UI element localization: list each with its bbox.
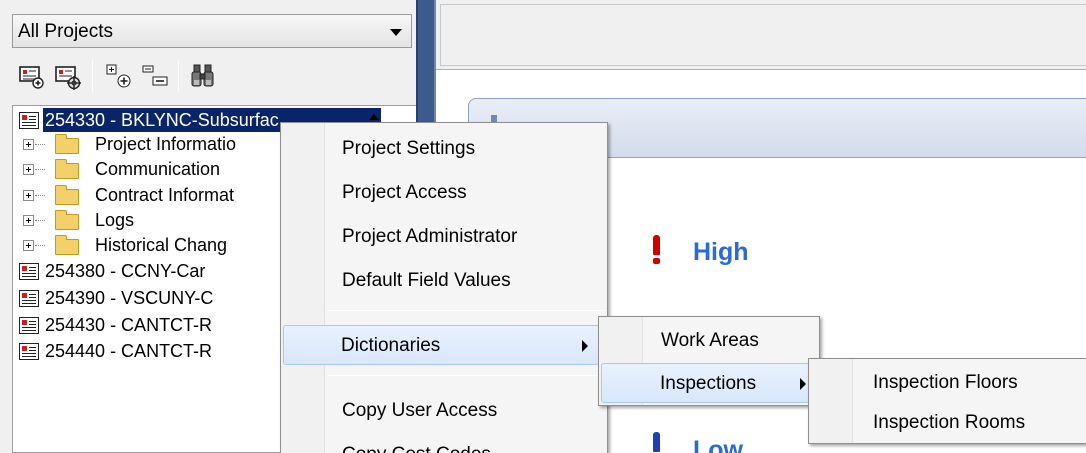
project-filter-dropdown[interactable]: All Projects (12, 14, 412, 48)
high-priority-label: High (693, 238, 749, 266)
toolbar-separator (178, 60, 179, 92)
dictionaries-submenu: Work Areas Inspections (598, 316, 820, 406)
dropdown-arrow-icon[interactable] (390, 29, 402, 36)
collapse-all-icon[interactable] (140, 61, 170, 91)
low-priority-label: Low (693, 436, 743, 453)
menu-separator (327, 375, 605, 376)
project-context-menu: Project Settings Project Access Project … (280, 122, 608, 453)
tree-connector (35, 169, 45, 170)
menu-item-label: Copy Cost Codes (342, 444, 491, 453)
menu-item-project-administrator[interactable]: Project Administrator (285, 217, 603, 257)
low-priority-icon (651, 432, 661, 453)
submenu-arrow-icon (582, 340, 588, 352)
expand-icon[interactable] (23, 164, 34, 175)
project-icon (19, 263, 39, 280)
tree-connector (35, 144, 45, 145)
project-filter-value: All Projects (18, 21, 114, 42)
menu-separator (327, 310, 605, 311)
right-header-bar (436, 0, 1086, 70)
tree-folder-row[interactable]: Logs (13, 208, 293, 234)
menu-item-project-settings[interactable]: Project Settings (285, 129, 603, 169)
folder-icon (55, 210, 79, 230)
menu-item-label: Work Areas (661, 330, 759, 351)
find-icon[interactable] (188, 61, 218, 91)
expand-icon[interactable] (23, 215, 34, 226)
menu-item-label: Copy User Access (342, 400, 498, 421)
folder-icon (55, 185, 79, 205)
expand-icon[interactable] (23, 139, 34, 150)
menu-item-dictionaries[interactable]: Dictionaries (283, 325, 605, 365)
menu-item-inspections[interactable]: Inspections (601, 363, 817, 403)
menu-item-project-access[interactable]: Project Access (285, 173, 603, 213)
menu-item-inspection-floors[interactable]: Inspection Floors (813, 363, 1083, 403)
menu-item-work-areas[interactable]: Work Areas (603, 321, 815, 361)
priority-mark (653, 432, 660, 452)
menu-item-label: Default Field Values (342, 270, 511, 291)
toolbar-separator (92, 60, 93, 92)
tree-project-row[interactable]: 254390 - VSCUNY-C (15, 286, 295, 312)
project-label: 254390 - VSCUNY-C (45, 288, 214, 308)
expand-all-icon[interactable] (104, 61, 134, 91)
project-icon (19, 343, 39, 360)
tree-folder-row[interactable]: Project Informatio (13, 132, 293, 158)
tree-connector (35, 245, 45, 246)
menu-item-label: Project Access (342, 182, 467, 203)
menu-item-label: Dictionaries (341, 335, 441, 356)
tree-project-row[interactable]: 254380 - CCNY-Car (15, 259, 295, 285)
priority-mark (653, 258, 660, 264)
menu-item-label: Project Administrator (342, 226, 518, 247)
right-header-frame (440, 4, 1086, 66)
project-label: 254430 - CANTCT-R (45, 315, 213, 335)
folder-icon (55, 134, 79, 154)
menu-item-label: Project Settings (342, 138, 476, 159)
selected-project-label: 254330 - BKLYNC-Subsurfac (45, 110, 279, 130)
tree-project-row[interactable]: 254440 - CANTCT-R (15, 339, 295, 365)
expand-icon[interactable] (23, 190, 34, 201)
folder-icon (55, 235, 79, 255)
project-icon (19, 317, 39, 334)
menu-item-copy-user-access[interactable]: Copy User Access (285, 391, 603, 431)
high-priority-icon (651, 235, 661, 265)
project-settings-icon[interactable] (52, 61, 82, 91)
menu-item-label: Inspection Rooms (873, 412, 1026, 433)
menu-item-copy-cost-codes[interactable]: Copy Cost Codes (285, 435, 603, 453)
menu-item-default-field-values[interactable]: Default Field Values (285, 261, 603, 301)
tree-project-row[interactable]: 254430 - CANTCT-R (15, 313, 295, 339)
folder-label: Historical Chang (95, 235, 228, 255)
project-label: 254380 - CCNY-Car (45, 261, 206, 281)
tree-folder-row[interactable]: Communication (13, 157, 293, 183)
menu-item-label: Inspections (660, 373, 757, 394)
submenu-arrow-icon (800, 378, 806, 390)
scroll-up-icon[interactable] (369, 114, 379, 120)
menu-item-inspection-rooms[interactable]: Inspection Rooms (813, 403, 1083, 443)
tree-folder-row[interactable]: Historical Chang (13, 233, 293, 259)
menu-item-label: Inspection Floors (873, 372, 1018, 393)
folder-label: Communication (95, 159, 221, 179)
project-icon (19, 112, 39, 129)
tree-toolbar (12, 56, 412, 98)
project-icon (19, 290, 39, 307)
inspections-submenu: Inspection Floors Inspection Rooms (808, 358, 1086, 444)
priority-mark (653, 235, 660, 255)
tree-folder-row[interactable]: Contract Informat (13, 183, 293, 209)
tree-connector (35, 220, 45, 221)
tree-connector (35, 195, 45, 196)
folder-label: Project Informatio (95, 134, 237, 154)
project-properties-icon[interactable] (16, 61, 46, 91)
project-label: 254440 - CANTCT-R (45, 341, 213, 361)
expand-icon[interactable] (23, 240, 34, 251)
folder-icon (55, 159, 79, 179)
folder-label: Contract Informat (95, 185, 235, 205)
folder-label: Logs (95, 210, 135, 230)
